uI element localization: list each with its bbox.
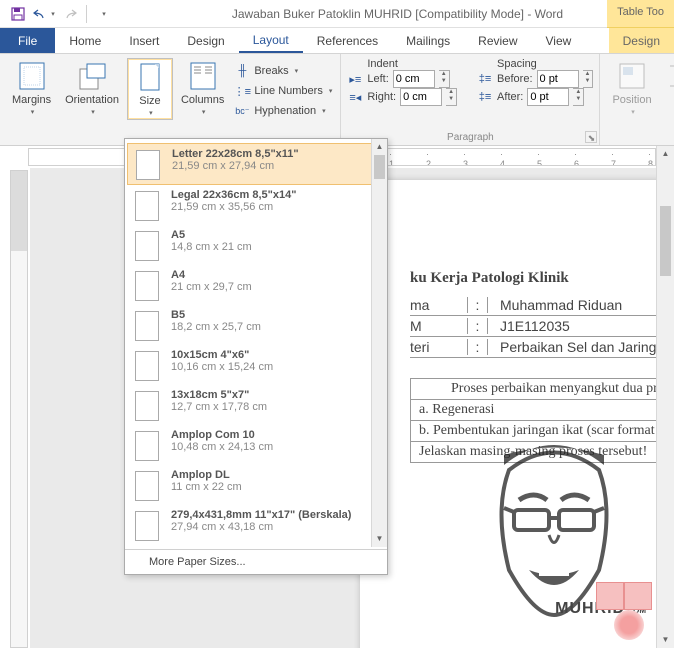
undo-icon[interactable]: ▾ (32, 2, 56, 26)
page-icon (135, 391, 159, 421)
size-option[interactable]: 13x18cm 5"x7"12,7 cm x 17,78 cm (127, 385, 385, 425)
doc-heading: ku Kerja Patologi Klinik (410, 270, 674, 287)
decor-square (596, 582, 624, 610)
size-option[interactable]: Letter 22x28cm 8,5"x11"21,59 cm x 27,94 … (127, 143, 385, 185)
spinner[interactable]: ▲▼ (439, 70, 450, 88)
paragraph-dialog-launcher[interactable]: ⬊ (585, 131, 597, 143)
scroll-up-icon[interactable]: ▲ (657, 146, 674, 162)
orientation-button[interactable]: Orientation▾ (59, 58, 125, 118)
wrap-icon (666, 60, 674, 92)
size-option[interactable]: 279,4x431,8mm 11"x17" (Berskala)27,94 cm… (127, 505, 385, 545)
spinner[interactable]: ▲▼ (446, 88, 457, 106)
tab-file[interactable]: File (0, 28, 55, 53)
body-row: a. Regenerasi (410, 400, 674, 421)
table-tools-label: Table Too (607, 0, 674, 28)
indent-left-icon: ▸≡ (347, 71, 363, 87)
margins-button[interactable]: Margins▾ (6, 58, 57, 118)
vertical-ruler[interactable] (10, 170, 28, 648)
info-row: ma:Muhammad Riduan (410, 295, 674, 316)
spacing-before-input[interactable] (537, 70, 579, 88)
wrap-text-button[interactable]: Wr Te (660, 58, 674, 143)
tab-home[interactable]: Home (55, 28, 115, 53)
scroll-thumb[interactable] (660, 206, 671, 276)
spacing-after-row: ‡≡ After: ▲▼ (477, 88, 593, 106)
breaks-button[interactable]: ╫Breaks▾ (232, 62, 334, 80)
page-icon (135, 311, 159, 341)
page-icon (135, 511, 159, 541)
spacing-label: Spacing (477, 58, 593, 70)
indent-label: Indent (347, 58, 457, 70)
size-option[interactable]: Amplop Com 1010,48 cm x 24,13 cm (127, 425, 385, 465)
tab-insert[interactable]: Insert (115, 28, 173, 53)
size-option[interactable]: A421 cm x 29,7 cm (127, 265, 385, 305)
spinner[interactable]: ▲▼ (573, 88, 584, 106)
spacing-before-icon: ‡≡ (477, 71, 493, 87)
redo-icon[interactable] (58, 2, 82, 26)
decor-dot (614, 610, 644, 640)
indent-left-input[interactable] (393, 70, 435, 88)
orientation-icon (76, 60, 108, 92)
columns-icon (187, 60, 219, 92)
hyphenation-button[interactable]: bc⁻Hyphenation▾ (232, 102, 334, 120)
page-icon (135, 351, 159, 381)
indent-right-icon: ≡◂ (347, 89, 363, 105)
size-option[interactable]: B518,2 cm x 25,7 cm (127, 305, 385, 345)
page-icon (136, 150, 160, 180)
info-row: M:J1E112035 (410, 316, 674, 337)
size-option[interactable]: A514,8 cm x 21 cm (127, 225, 385, 265)
size-button[interactable]: Size▾ (127, 58, 173, 120)
tab-table-design[interactable]: Design (609, 28, 674, 53)
page-icon (135, 431, 159, 461)
line-numbers-icon: ⋮≡ (234, 83, 250, 99)
qat-customize-icon[interactable]: ▾ (91, 2, 115, 26)
hyphenation-icon: bc⁻ (234, 103, 250, 119)
body-row: Proses perbaikan menyangkut dua proses y (410, 378, 674, 400)
tab-layout[interactable]: Layout (239, 28, 303, 53)
scroll-down-icon[interactable]: ▼ (657, 632, 674, 648)
spacing-after-input[interactable] (527, 88, 569, 106)
size-option[interactable]: Legal 22x36cm 8,5"x14"21,59 cm x 35,56 c… (127, 185, 385, 225)
info-row: teri:Perbaikan Sel dan Jaringan (410, 337, 674, 358)
window-title: Jawaban Buker Patoklin MUHRID [Compatibi… (121, 7, 674, 21)
tab-references[interactable]: References (303, 28, 392, 53)
position-button[interactable]: Position▾ (606, 58, 657, 143)
ribbon-tabs: File Home Insert Design Layout Reference… (0, 28, 674, 54)
page-icon (135, 231, 159, 261)
spacing-before-row: ‡≡ Before: ▲▼ (477, 70, 593, 88)
ribbon: Margins▾ Orientation▾ Size▾ Columns▾ ╫Br… (0, 54, 674, 146)
margins-icon (16, 60, 48, 92)
more-paper-sizes[interactable]: More Paper Sizes... (125, 549, 387, 574)
page-icon (135, 191, 159, 221)
dropdown-scrollbar[interactable]: ▲▼ (371, 139, 387, 547)
columns-button[interactable]: Columns▾ (175, 58, 230, 118)
tab-review[interactable]: Review (464, 28, 531, 53)
indent-right-row: ≡◂ Right: ▲▼ (347, 88, 457, 106)
size-option[interactable]: 10x15cm 4"x6"10,16 cm x 15,24 cm (127, 345, 385, 385)
body-row: b. Pembentukan jaringan ikat (scar forma… (410, 421, 674, 442)
breaks-icon: ╫ (234, 63, 250, 79)
save-icon[interactable] (6, 2, 30, 26)
size-dropdown: Letter 22x28cm 8,5"x11"21,59 cm x 27,94 … (124, 138, 388, 575)
indent-right-input[interactable] (400, 88, 442, 106)
page-icon (135, 271, 159, 301)
page-icon (135, 471, 159, 501)
line-numbers-button[interactable]: ⋮≡Line Numbers▾ (232, 82, 334, 100)
tab-design[interactable]: Design (173, 28, 238, 53)
spinner[interactable]: ▲▼ (583, 70, 594, 88)
indent-left-row: ▸≡ Left: ▲▼ (347, 70, 457, 88)
size-icon (134, 61, 166, 93)
tab-mailings[interactable]: Mailings (392, 28, 464, 53)
spacing-after-icon: ‡≡ (477, 89, 493, 105)
tab-view[interactable]: View (532, 28, 586, 53)
position-icon (616, 60, 648, 92)
size-option[interactable]: Amplop DL11 cm x 22 cm (127, 465, 385, 505)
decor-square (624, 582, 652, 610)
vertical-scrollbar[interactable]: ▲ ▼ (656, 146, 674, 648)
